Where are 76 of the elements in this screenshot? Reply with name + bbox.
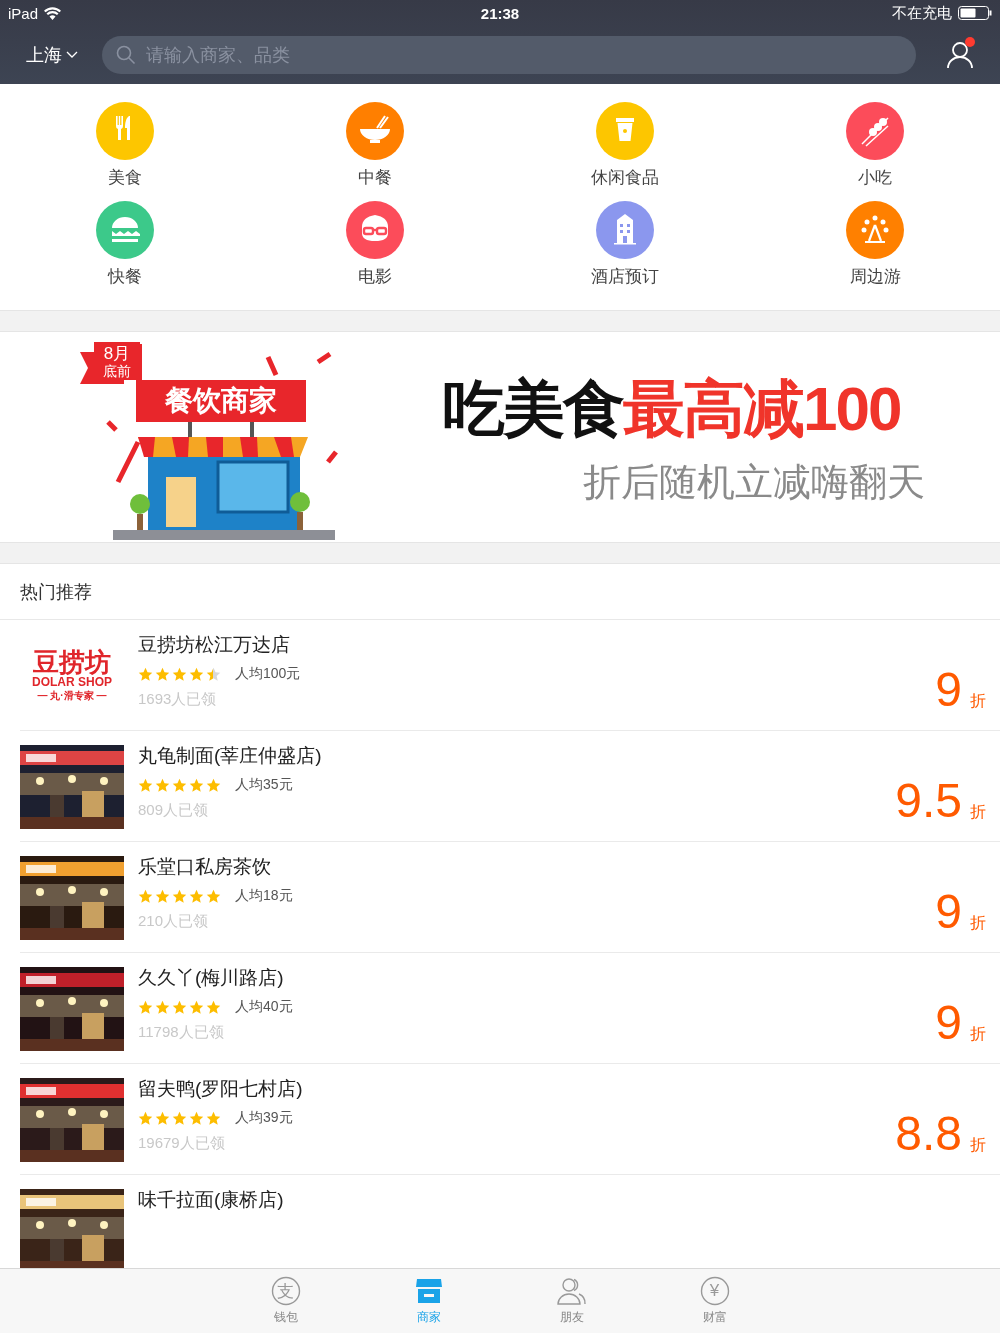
discount-unit: 折 [970,802,986,822]
star-icon [206,888,221,904]
clock: 21:38 [480,4,520,22]
category-button[interactable]: 休闲食品 [500,102,750,189]
device-name: iPad [8,4,39,22]
tab[interactable]: 朋友 [500,1269,643,1333]
average-price: 人均100元 [235,665,301,683]
average-price: 人均39元 [235,1109,293,1127]
category-button[interactable]: 中餐 [250,102,500,189]
shop-icon [413,1276,444,1306]
star-icon [189,666,204,682]
shop-name: 乐堂口私房茶饮 [138,855,272,879]
shop-name: 味千拉面(康桥店) [138,1188,285,1212]
discount-value: 9 [935,888,962,936]
star-icon [138,999,153,1015]
category-button[interactable]: 酒店预订 [500,201,750,288]
star-icon [189,777,204,793]
star-icon [189,1110,204,1126]
banner-subtitle: 折后随机立减嗨翻天 [583,459,925,505]
date-tag-label: 底前 [103,363,131,379]
star-icon [138,777,153,793]
star-icon [172,888,187,904]
shop-sign-label: 餐饮商家 [165,385,277,416]
discount-value: 9 [935,666,962,714]
star-icon [206,777,221,793]
star-icon [172,777,187,793]
shop-name: 留夫鸭(罗阳七村店) [138,1077,304,1101]
shop-name: 久久丫(梅川路店) [138,966,285,990]
category-button[interactable]: 美食 [0,102,250,189]
star-icon [155,888,170,904]
battery-icon [958,6,992,20]
star-icon [206,666,221,682]
star-icon [138,666,153,682]
average-price: 人均40元 [235,998,293,1016]
star-icon [155,999,170,1015]
shop-name: 丸龟制面(莘庄仲盛店) [138,744,323,768]
star-icon [155,1110,170,1126]
star-icon [172,1110,187,1126]
discount-unit: 折 [970,1024,986,1044]
category-button[interactable]: 快餐 [0,201,250,288]
discount-value: 9 [935,999,962,1047]
shop-name: 豆捞坊松江万达店 [138,633,291,657]
star-icon [206,999,221,1015]
star-icon [155,777,170,793]
average-price: 人均35元 [235,776,293,794]
friends-icon [556,1276,587,1306]
city-selector[interactable]: 上海 [26,43,78,67]
average-price: 人均18元 [235,887,293,905]
star-icon [172,666,187,682]
star-icon [138,1110,153,1126]
wifi-icon [44,6,62,20]
discount-unit: 折 [970,1135,986,1155]
user-icon[interactable] [947,41,973,69]
star-icon [172,999,187,1015]
chevron-down-icon [66,51,78,59]
star-icon [155,666,170,682]
category-button[interactable]: 小吃 [750,102,1000,189]
banner-highlight: 最高减100 [623,372,901,445]
discount-unit: 折 [970,913,986,933]
banner-headline: 吃美食 [443,372,623,445]
tab[interactable]: ¥ 财富 [643,1269,786,1333]
discount-value: 9.5 [895,777,962,825]
category-button[interactable]: 电影 [250,201,500,288]
wallet-icon [270,1276,301,1306]
wealth-icon [699,1276,730,1306]
star-icon [189,999,204,1015]
charging-status: 不在充电 [892,3,952,23]
date-tag-label: 8月 [103,344,131,363]
category-button[interactable]: 周边游 [750,201,1000,288]
discount-unit: 折 [970,691,986,711]
star-icon [138,888,153,904]
tab[interactable]: 支 钱包 [214,1269,357,1333]
section-title: 热门推荐 [0,564,1000,620]
discount-value: 8.8 [895,1110,962,1158]
star-icon [206,1110,221,1126]
star-icon [189,888,204,904]
